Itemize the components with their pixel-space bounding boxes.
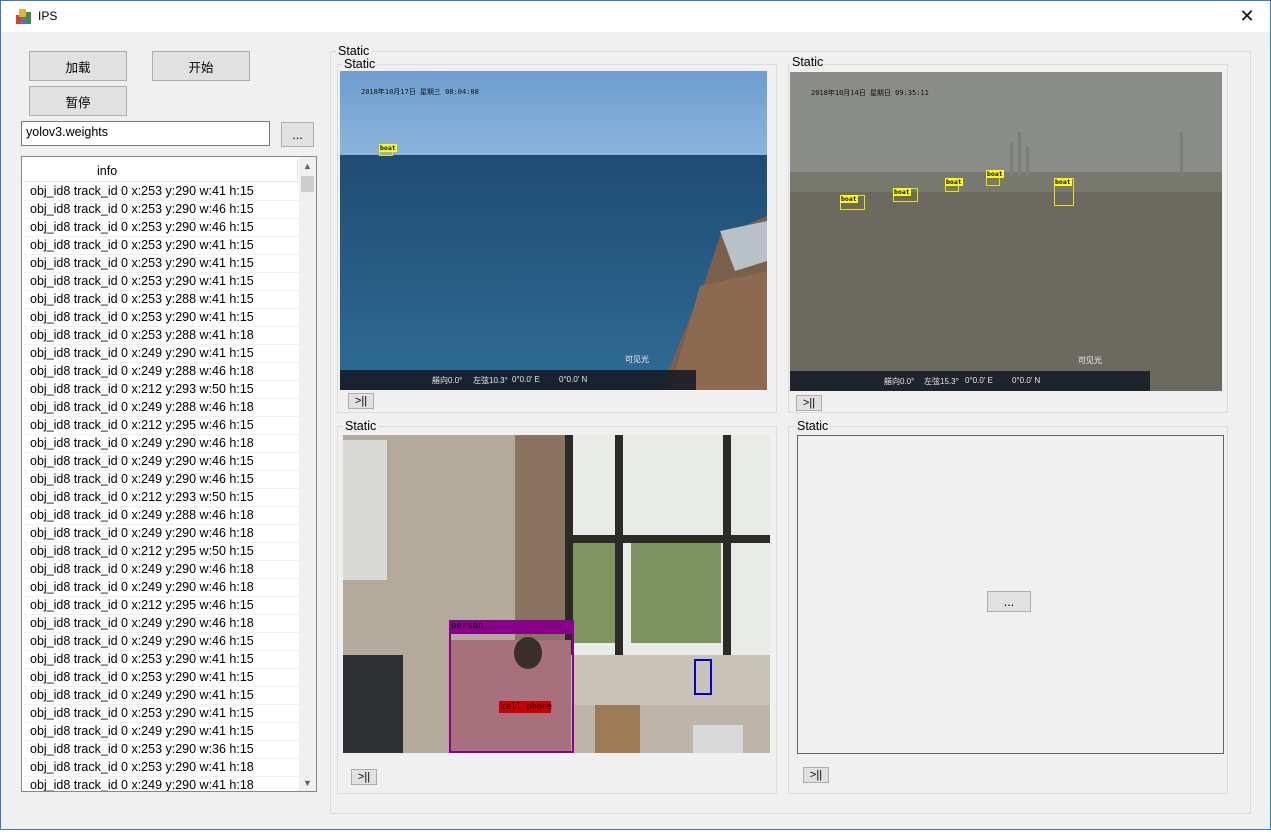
visible-light-label: 可见光 [1078,356,1102,365]
weights-file-input[interactable]: yolov3.weights [21,121,270,146]
list-item[interactable]: obj_id8 track_id 0 x:212 y:295 w:46 h:15 [23,417,300,435]
title-bar: IPS ✕ [1,1,1270,32]
app-icon [16,9,31,24]
list-item[interactable]: obj_id8 track_id 0 x:253 y:290 w:36 h:15 [23,741,300,759]
info-rows: obj_id8 track_id 0 x:253 y:290 w:41 h:15… [23,183,300,791]
list-item[interactable]: obj_id8 track_id 0 x:253 y:290 w:41 h:15 [23,273,300,291]
scroll-thumb[interactable] [301,176,314,192]
list-item[interactable]: obj_id8 track_id 0 x:249 y:288 w:46 h:18 [23,363,300,381]
panel-top-right-label: Static [790,55,826,69]
heading-readout: 艏向0.0° [432,376,463,385]
list-item[interactable]: obj_id8 track_id 0 x:249 y:288 w:46 h:18 [23,399,300,417]
list-item[interactable]: obj_id8 track_id 0 x:212 y:293 w:50 h:15 [23,381,300,399]
list-item[interactable]: obj_id8 track_id 0 x:212 y:295 w:46 h:15 [23,597,300,615]
longitude-readout: 0°0.0' E [512,375,540,384]
list-item[interactable]: obj_id8 track_id 0 x:249 y:290 w:46 h:18 [23,561,300,579]
panel-bottom-left-label: Static [343,419,379,433]
boat-detection-box: boat [893,188,918,202]
info-listview[interactable]: info obj_id8 track_id 0 x:253 y:290 w:41… [21,156,317,792]
list-item[interactable]: obj_id8 track_id 0 x:249 y:290 w:46 h:18 [23,579,300,597]
info-scrollbar[interactable]: ▲ ▼ [299,157,316,791]
start-button[interactable]: 开始 [152,51,250,81]
header-separator [297,160,298,180]
play-pause-button-top-left[interactable]: >|| [348,393,374,409]
detection-label: boat [840,195,858,203]
person-detection-box: person [449,620,574,753]
list-item[interactable]: obj_id8 track_id 0 x:249 y:288 w:46 h:18 [23,507,300,525]
list-item[interactable]: obj_id8 track_id 0 x:253 y:290 w:46 h:15 [23,219,300,237]
panel-bottom-right-label: Static [795,419,831,433]
list-item[interactable]: obj_id8 track_id 0 x:249 y:290 w:41 h:15 [23,723,300,741]
list-item[interactable]: obj_id8 track_id 0 x:253 y:290 w:41 h:15 [23,309,300,327]
list-item[interactable]: obj_id8 track_id 0 x:249 y:290 w:41 h:15 [23,345,300,363]
scroll-up-icon[interactable]: ▲ [299,157,316,174]
cam-timestamp: 2018年10月17日 星期三 08:04:08 [361,88,479,96]
list-item[interactable]: obj_id8 track_id 0 x:212 y:295 w:50 h:15 [23,543,300,561]
list-item[interactable]: obj_id8 track_id 0 x:249 y:290 w:41 h:15 [23,687,300,705]
detection-label: boat [893,188,911,196]
video-top-left[interactable]: 2018年10月17日 星期三 08:04:08 boat 可见光 艏向0.0°… [340,71,767,390]
sea-scene-image [340,71,767,390]
cam-timestamp: 2018年10月14日 星期日 09:35:11 [811,89,929,97]
load-button[interactable]: 加载 [29,51,127,81]
boat-detection-box: boat [986,170,1004,186]
list-item[interactable]: obj_id8 track_id 0 x:253 y:290 w:41 h:15 [23,669,300,687]
detection-label: boat [379,144,397,152]
cam-status-bar: 艏向0.0° 左弦15.3° 0°0.0' E 0°0.0' N [790,371,1150,391]
cam-status-bar: 艏向0.0° 左弦10.3° 0°0.0' E 0°0.0' N [340,370,696,390]
list-item[interactable]: obj_id8 track_id 0 x:253 y:288 w:41 h:18 [23,327,300,345]
list-item[interactable]: obj_id8 track_id 0 x:249 y:290 w:46 h:15 [23,471,300,489]
list-item[interactable]: obj_id8 track_id 0 x:249 y:290 w:46 h:15 [23,633,300,651]
detection-label: cell phone [501,702,553,712]
info-header-label: info [97,164,118,178]
detection-label: boat [945,178,963,186]
video-group-label: Static [336,44,372,58]
detection-label: person [449,620,574,634]
detection-label: boat [986,170,1004,178]
visible-light-label: 可见光 [625,355,649,364]
latitude-readout: 0°0.0' N [559,375,588,384]
boat-detection-box: boat [945,178,963,192]
panel-top-left-label: Static [342,57,378,71]
list-item[interactable]: obj_id8 track_id 0 x:253 y:290 w:41 h:18 [23,759,300,777]
boat-detection-box: boat [840,195,865,210]
window-title: IPS [38,9,58,23]
boat-detection-box: boat [1054,178,1074,206]
harbor-scene-image [790,72,1222,391]
list-item[interactable]: obj_id8 track_id 0 x:253 y:290 w:41 h:15 [23,651,300,669]
list-item[interactable]: obj_id8 track_id 0 x:249 y:290 w:46 h:18 [23,435,300,453]
close-icon[interactable]: ✕ [1224,1,1270,32]
list-item[interactable]: obj_id8 track_id 0 x:253 y:290 w:41 h:15 [23,183,300,201]
pause-button[interactable]: 暂停 [29,86,127,116]
list-item[interactable]: obj_id8 track_id 0 x:253 y:288 w:41 h:15 [23,291,300,309]
bearing-readout: 左弦15.3° [924,377,959,386]
list-item[interactable]: obj_id8 track_id 0 x:249 y:290 w:46 h:18 [23,615,300,633]
list-item[interactable]: obj_id8 track_id 0 x:253 y:290 w:41 h:15 [23,237,300,255]
longitude-readout: 0°0.0' E [965,376,993,385]
play-pause-button-top-right[interactable]: >|| [796,395,822,411]
boat-detection-box: boat [379,144,397,156]
list-item[interactable]: obj_id8 track_id 0 x:253 y:290 w:41 h:15 [23,255,300,273]
list-item[interactable]: obj_id8 track_id 0 x:253 y:290 w:41 h:15 [23,705,300,723]
list-item[interactable]: obj_id8 track_id 0 x:249 y:290 w:46 h:18 [23,525,300,543]
info-column-header[interactable]: info [23,158,300,182]
browse-weights-button[interactable]: ... [281,122,314,147]
list-item[interactable]: obj_id8 track_id 0 x:249 y:290 w:41 h:18 [23,777,300,791]
play-pause-button-bottom-right[interactable]: >|| [803,767,829,783]
play-pause-button-bottom-left[interactable]: >|| [351,769,377,785]
cup-detection-box [694,659,712,695]
latitude-readout: 0°0.0' N [1012,376,1041,385]
video-bottom-left[interactable]: person cell phone [343,435,770,753]
list-item[interactable]: obj_id8 track_id 0 x:253 y:290 w:46 h:15 [23,201,300,219]
scroll-down-icon[interactable]: ▼ [299,774,316,791]
app-window: IPS ✕ 加载 开始 暂停 yolov3.weights ... info o… [0,0,1271,830]
cell-phone-detection-box: cell phone [499,701,553,713]
list-item[interactable]: obj_id8 track_id 0 x:212 y:293 w:50 h:15 [23,489,300,507]
browse-video-button[interactable]: ... [987,591,1031,612]
video-top-right[interactable]: 2018年10月14日 星期日 09:35:11 boat boat boat … [790,72,1222,391]
heading-readout: 艏向0.0° [884,377,915,386]
detection-label: boat [1054,178,1072,186]
list-item[interactable]: obj_id8 track_id 0 x:249 y:290 w:46 h:15 [23,453,300,471]
bearing-readout: 左弦10.3° [473,376,508,385]
